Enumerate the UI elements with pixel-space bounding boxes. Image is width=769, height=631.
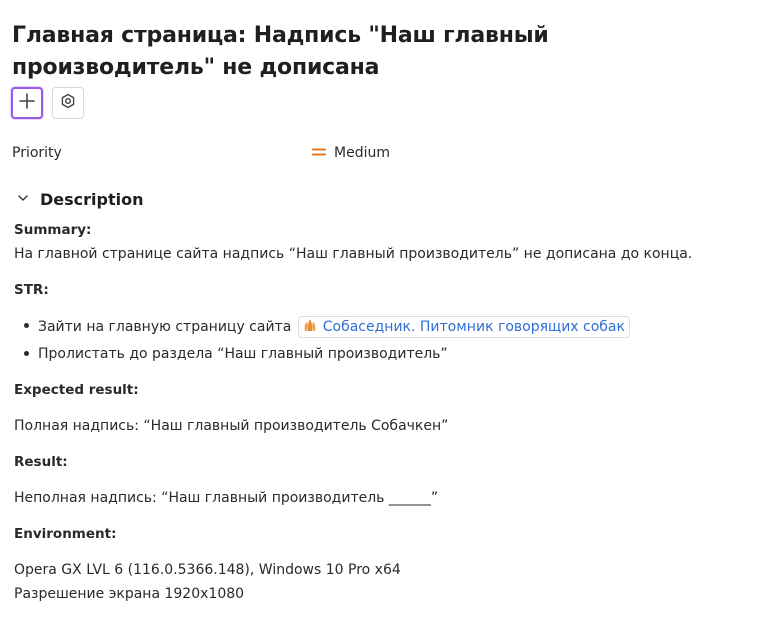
list-bullet — [24, 323, 29, 328]
plus-icon — [18, 92, 36, 114]
expected-text: Полная надпись: “Наш главный производите… — [14, 418, 449, 434]
environment-line: Разрешение экрана 1920x1080 — [14, 586, 245, 602]
environment-line: Opera GX LVL 6 (116.0.5366.148), Windows… — [14, 562, 401, 578]
list-bullet — [24, 351, 29, 356]
priority-value[interactable]: Medium — [312, 144, 390, 162]
paws-icon — [302, 318, 318, 337]
add-button[interactable] — [11, 87, 43, 119]
chevron-down-icon — [16, 190, 30, 209]
step-text: Зайти на главную страницу сайта — [38, 319, 292, 335]
environment-heading: Environment: — [14, 526, 117, 542]
result-heading: Result: — [14, 454, 68, 470]
list-item: Пролистать до раздела “Наш главный произ… — [38, 346, 448, 362]
page-link[interactable]: Собаседник. Питомник говорящих собак — [297, 316, 630, 338]
priority-value-label: Medium — [334, 145, 390, 161]
equals-icon — [312, 144, 326, 162]
list-item: Зайти на главную страницу сайта Собаседн… — [38, 316, 630, 338]
description-section-toggle[interactable]: Description — [16, 190, 143, 209]
str-heading: STR: — [14, 282, 49, 298]
description-section-title: Description — [40, 190, 144, 209]
summary-text: На главной странице сайта надпись “Наш г… — [14, 246, 693, 262]
expected-heading: Expected result: — [14, 382, 139, 398]
hexagon-settings-icon — [60, 93, 76, 113]
result-text: Неполная надпись: “Наш главный производи… — [14, 490, 439, 506]
page-link-text: Собаседник. Питомник говорящих собак — [322, 319, 625, 335]
settings-button[interactable] — [52, 87, 84, 119]
issue-title[interactable]: Главная страница: Надпись "Наш главный п… — [12, 20, 757, 84]
issue-page: Главная страница: Надпись "Наш главный п… — [0, 0, 769, 631]
summary-heading: Summary: — [14, 222, 92, 238]
priority-label: Priority — [12, 145, 62, 161]
